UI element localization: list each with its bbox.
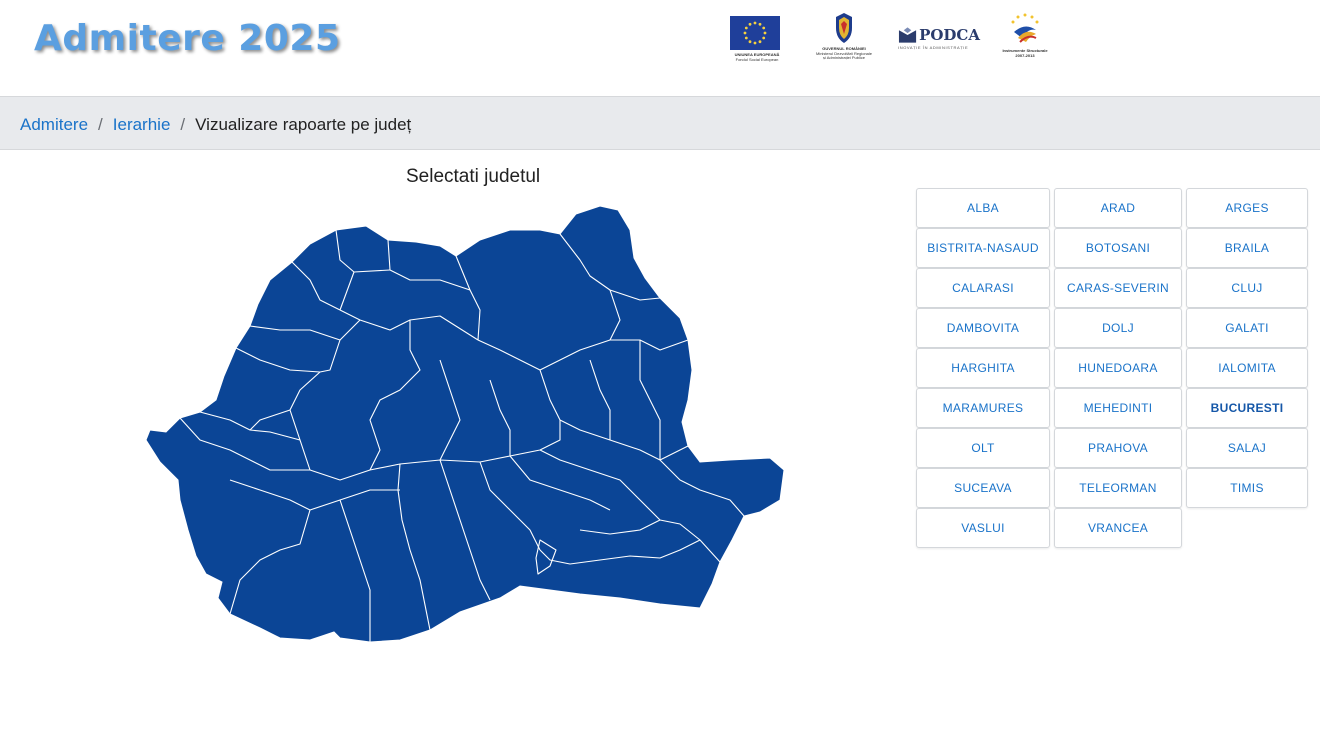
county-button-cluj[interactable]: CLUJ bbox=[1186, 268, 1308, 308]
county-button-alba[interactable]: ALBA bbox=[916, 188, 1050, 228]
county-button-vrancea[interactable]: VRANCEA bbox=[1054, 508, 1182, 548]
romania-map-svg[interactable] bbox=[140, 200, 790, 650]
county-button-arges[interactable]: ARGES bbox=[1186, 188, 1308, 228]
county-button-botosani[interactable]: BOTOSANI bbox=[1054, 228, 1182, 268]
podca-logo: PODCA INOVAȚIE ÎN ADMINISTRAȚIE bbox=[898, 26, 980, 50]
breadcrumb-link-ierarhie[interactable]: Ierarhie bbox=[113, 115, 171, 135]
eu-caption-sub: Fondul Social European bbox=[735, 56, 779, 62]
county-button-salaj[interactable]: SALAJ bbox=[1186, 428, 1308, 468]
breadcrumb: Admitere / Ierarhie / Vizualizare rapoar… bbox=[20, 115, 411, 135]
county-button-harghita[interactable]: HARGHITA bbox=[916, 348, 1050, 388]
breadcrumb-current: Vizualizare rapoarte pe județ bbox=[195, 115, 412, 134]
podca-emblem-icon bbox=[898, 27, 917, 43]
county-button-bistrita-nasaud[interactable]: BISTRITA-NASAUD bbox=[916, 228, 1050, 268]
county-button-dambovita[interactable]: DAMBOVITA bbox=[916, 308, 1050, 348]
county-button-suceava[interactable]: SUCEAVA bbox=[916, 468, 1050, 508]
romania-map[interactable] bbox=[140, 200, 790, 650]
is-caption-sub: 2007-2013 bbox=[1015, 52, 1035, 58]
county-button-calarasi[interactable]: CALARASI bbox=[916, 268, 1050, 308]
county-button-ialomita[interactable]: IALOMITA bbox=[1186, 348, 1308, 388]
structural-instruments-logo: Instrumente Structurale 2007-2013 bbox=[1002, 12, 1048, 58]
county-button-olt[interactable]: OLT bbox=[916, 428, 1050, 468]
county-button-braila[interactable]: BRAILA bbox=[1186, 228, 1308, 268]
gov-caption-sub2: și Administrației Publice bbox=[822, 55, 866, 60]
coat-of-arms-icon bbox=[833, 12, 855, 44]
romania-outline[interactable] bbox=[145, 205, 785, 643]
structural-instruments-icon bbox=[1008, 12, 1042, 46]
breadcrumb-bar: Admitere / Ierarhie / Vizualizare rapoar… bbox=[0, 96, 1320, 150]
site-title: Admitere 2025 bbox=[34, 18, 341, 59]
breadcrumb-separator: / bbox=[98, 115, 103, 134]
map-title: Selectati judetul bbox=[406, 166, 541, 187]
county-button-mehedinti[interactable]: MEHEDINTI bbox=[1054, 388, 1182, 428]
county-button-arad[interactable]: ARAD bbox=[1054, 188, 1182, 228]
county-button-maramures[interactable]: MARAMURES bbox=[916, 388, 1050, 428]
county-button-galati[interactable]: GALATI bbox=[1186, 308, 1308, 348]
eu-flag-icon bbox=[730, 16, 780, 50]
county-button-timis[interactable]: TIMIS bbox=[1186, 468, 1308, 508]
breadcrumb-link-admitere[interactable]: Admitere bbox=[20, 115, 88, 135]
podca-tagline: INOVAȚIE ÎN ADMINISTRAȚIE bbox=[898, 45, 969, 50]
eu-logo: UNIUNEA EUROPEANĂ Fondul Social European bbox=[730, 12, 784, 62]
podca-name: PODCA bbox=[919, 26, 980, 44]
county-button-caras-severin[interactable]: CARAS-SEVERIN bbox=[1054, 268, 1182, 308]
county-button-bucuresti[interactable]: BUCURESTI bbox=[1186, 388, 1308, 428]
county-button-teleorman[interactable]: TELEORMAN bbox=[1054, 468, 1182, 508]
county-button-vaslui[interactable]: VASLUI bbox=[916, 508, 1050, 548]
county-button-prahova[interactable]: PRAHOVA bbox=[1054, 428, 1182, 468]
county-button-hunedoara[interactable]: HUNEDOARA bbox=[1054, 348, 1182, 388]
government-logo: GUVERNUL ROMÂNIEI Ministerul Dezvoltării… bbox=[814, 12, 874, 61]
breadcrumb-separator: / bbox=[180, 115, 186, 134]
county-button-dolj[interactable]: DOLJ bbox=[1054, 308, 1182, 348]
